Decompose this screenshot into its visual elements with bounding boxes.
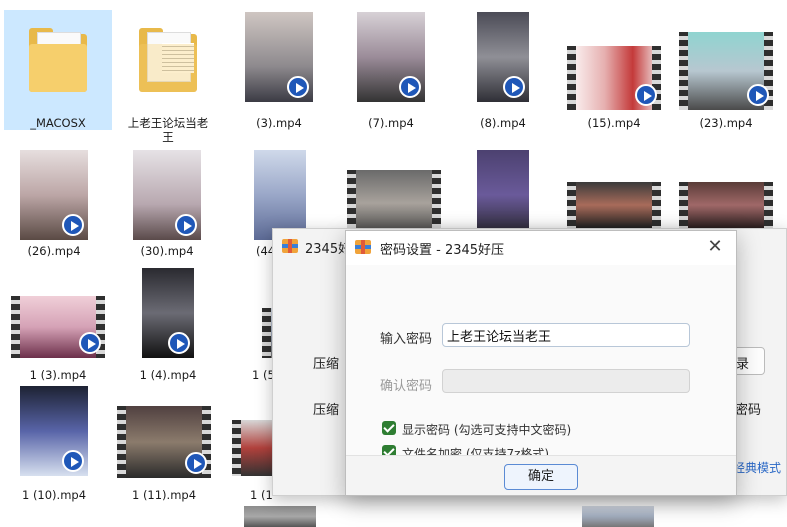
video-thumbnail [477, 150, 529, 240]
password-label: 密码 [735, 403, 762, 418]
video-play-icon [62, 450, 84, 472]
show-password-checkbox[interactable] [382, 421, 396, 435]
confirm-password-input[interactable] [442, 369, 690, 393]
video-thumbnail [20, 150, 88, 240]
video-play-icon [168, 332, 190, 354]
video-thumbnail [232, 420, 276, 476]
video-play-icon [747, 84, 769, 106]
video-item[interactable]: (15).mp4 [560, 10, 668, 130]
close-icon[interactable]: ✕ [702, 235, 728, 259]
app-logo-icon [282, 239, 298, 253]
confirm-password-label: 确认密码 [380, 379, 433, 394]
video-item[interactable]: 1 (4).mp4 [114, 262, 222, 382]
video-thumbnail [245, 12, 313, 102]
video-item[interactable]: (26).mp4 [0, 138, 108, 258]
video-thumbnail [11, 296, 105, 358]
file-name: 1 (4).mp4 [139, 368, 197, 382]
folder-item[interactable]: _MACOSX [4, 10, 112, 130]
video-item[interactable]: (3).mp4 [225, 10, 333, 130]
video-thumbnail [347, 170, 441, 236]
file-name: (23).mp4 [699, 116, 753, 130]
folder-icon [29, 28, 87, 92]
video-thumbnail [679, 182, 773, 228]
video-item[interactable]: (23).mp4 [672, 10, 780, 130]
video-play-icon [175, 214, 197, 236]
video-thumbnail [133, 150, 201, 240]
file-name: 1 (11).mp4 [131, 488, 197, 502]
video-play-icon [399, 76, 421, 98]
folder-item[interactable]: 上老王论坛当老王 [114, 10, 222, 144]
show-password-label: 显示密码 (勾选可支持中文密码) [402, 423, 572, 437]
video-item[interactable]: (8).mp4 [449, 10, 557, 130]
video-item[interactable]: 1 (10).mp4 [0, 382, 108, 502]
video-thumbnail [20, 386, 88, 476]
file-name: 1 (3).mp4 [29, 368, 87, 382]
dialog-footer: 确定 [346, 455, 736, 495]
video-item[interactable]: 1 (11).mp4 [110, 382, 218, 502]
folder-icon [139, 28, 197, 92]
video-thumbnail [142, 268, 194, 358]
video-play-icon [635, 84, 657, 106]
video-item[interactable]: (30).mp4 [113, 138, 221, 258]
file-name: (7).mp4 [368, 116, 414, 130]
compress-label: 压缩 [313, 357, 340, 372]
video-play-icon [503, 76, 525, 98]
video-thumbnail [567, 182, 661, 228]
video-thumbnail [582, 506, 654, 527]
video-thumbnail [679, 32, 773, 110]
password-dialog: 密码设置 - 2345好压 ✕ 输入密码 确认密码 显示密码 (勾选可支持中文密… [345, 230, 737, 496]
file-name: 1 (10).mp4 [21, 488, 87, 502]
video-item[interactable]: (7).mp4 [337, 10, 445, 130]
file-name: (26).mp4 [27, 244, 81, 258]
file-name: (30).mp4 [140, 244, 194, 258]
video-play-icon [79, 332, 101, 354]
video-item[interactable]: 1 (3).mp4 [4, 262, 112, 382]
video-thumbnail [117, 406, 211, 478]
video-thumbnail [357, 12, 425, 102]
file-name: _MACOSX [30, 116, 86, 130]
video-play-icon [287, 76, 309, 98]
video-play-icon [185, 452, 207, 474]
compress-label: 压缩 [313, 403, 340, 418]
password-label: 输入密码 [380, 332, 433, 347]
app-logo-icon [355, 240, 371, 254]
classic-mode-link[interactable]: 经典模式 [733, 459, 781, 476]
ok-button[interactable]: 确定 [504, 464, 578, 490]
video-thumbnail [567, 46, 661, 110]
video-thumbnail [477, 12, 529, 102]
video-thumbnail [244, 506, 316, 527]
video-thumbnail [254, 150, 306, 240]
file-name: (15).mp4 [587, 116, 641, 130]
dialog-title: 密码设置 - 2345好压 [380, 243, 505, 258]
password-input[interactable] [442, 323, 690, 347]
video-play-icon [62, 214, 84, 236]
dialog-body: 输入密码 确认密码 显示密码 (勾选可支持中文密码) 文件名加密 (仅支持7z格… [346, 265, 736, 461]
file-name: (8).mp4 [480, 116, 526, 130]
file-name: (3).mp4 [256, 116, 302, 130]
